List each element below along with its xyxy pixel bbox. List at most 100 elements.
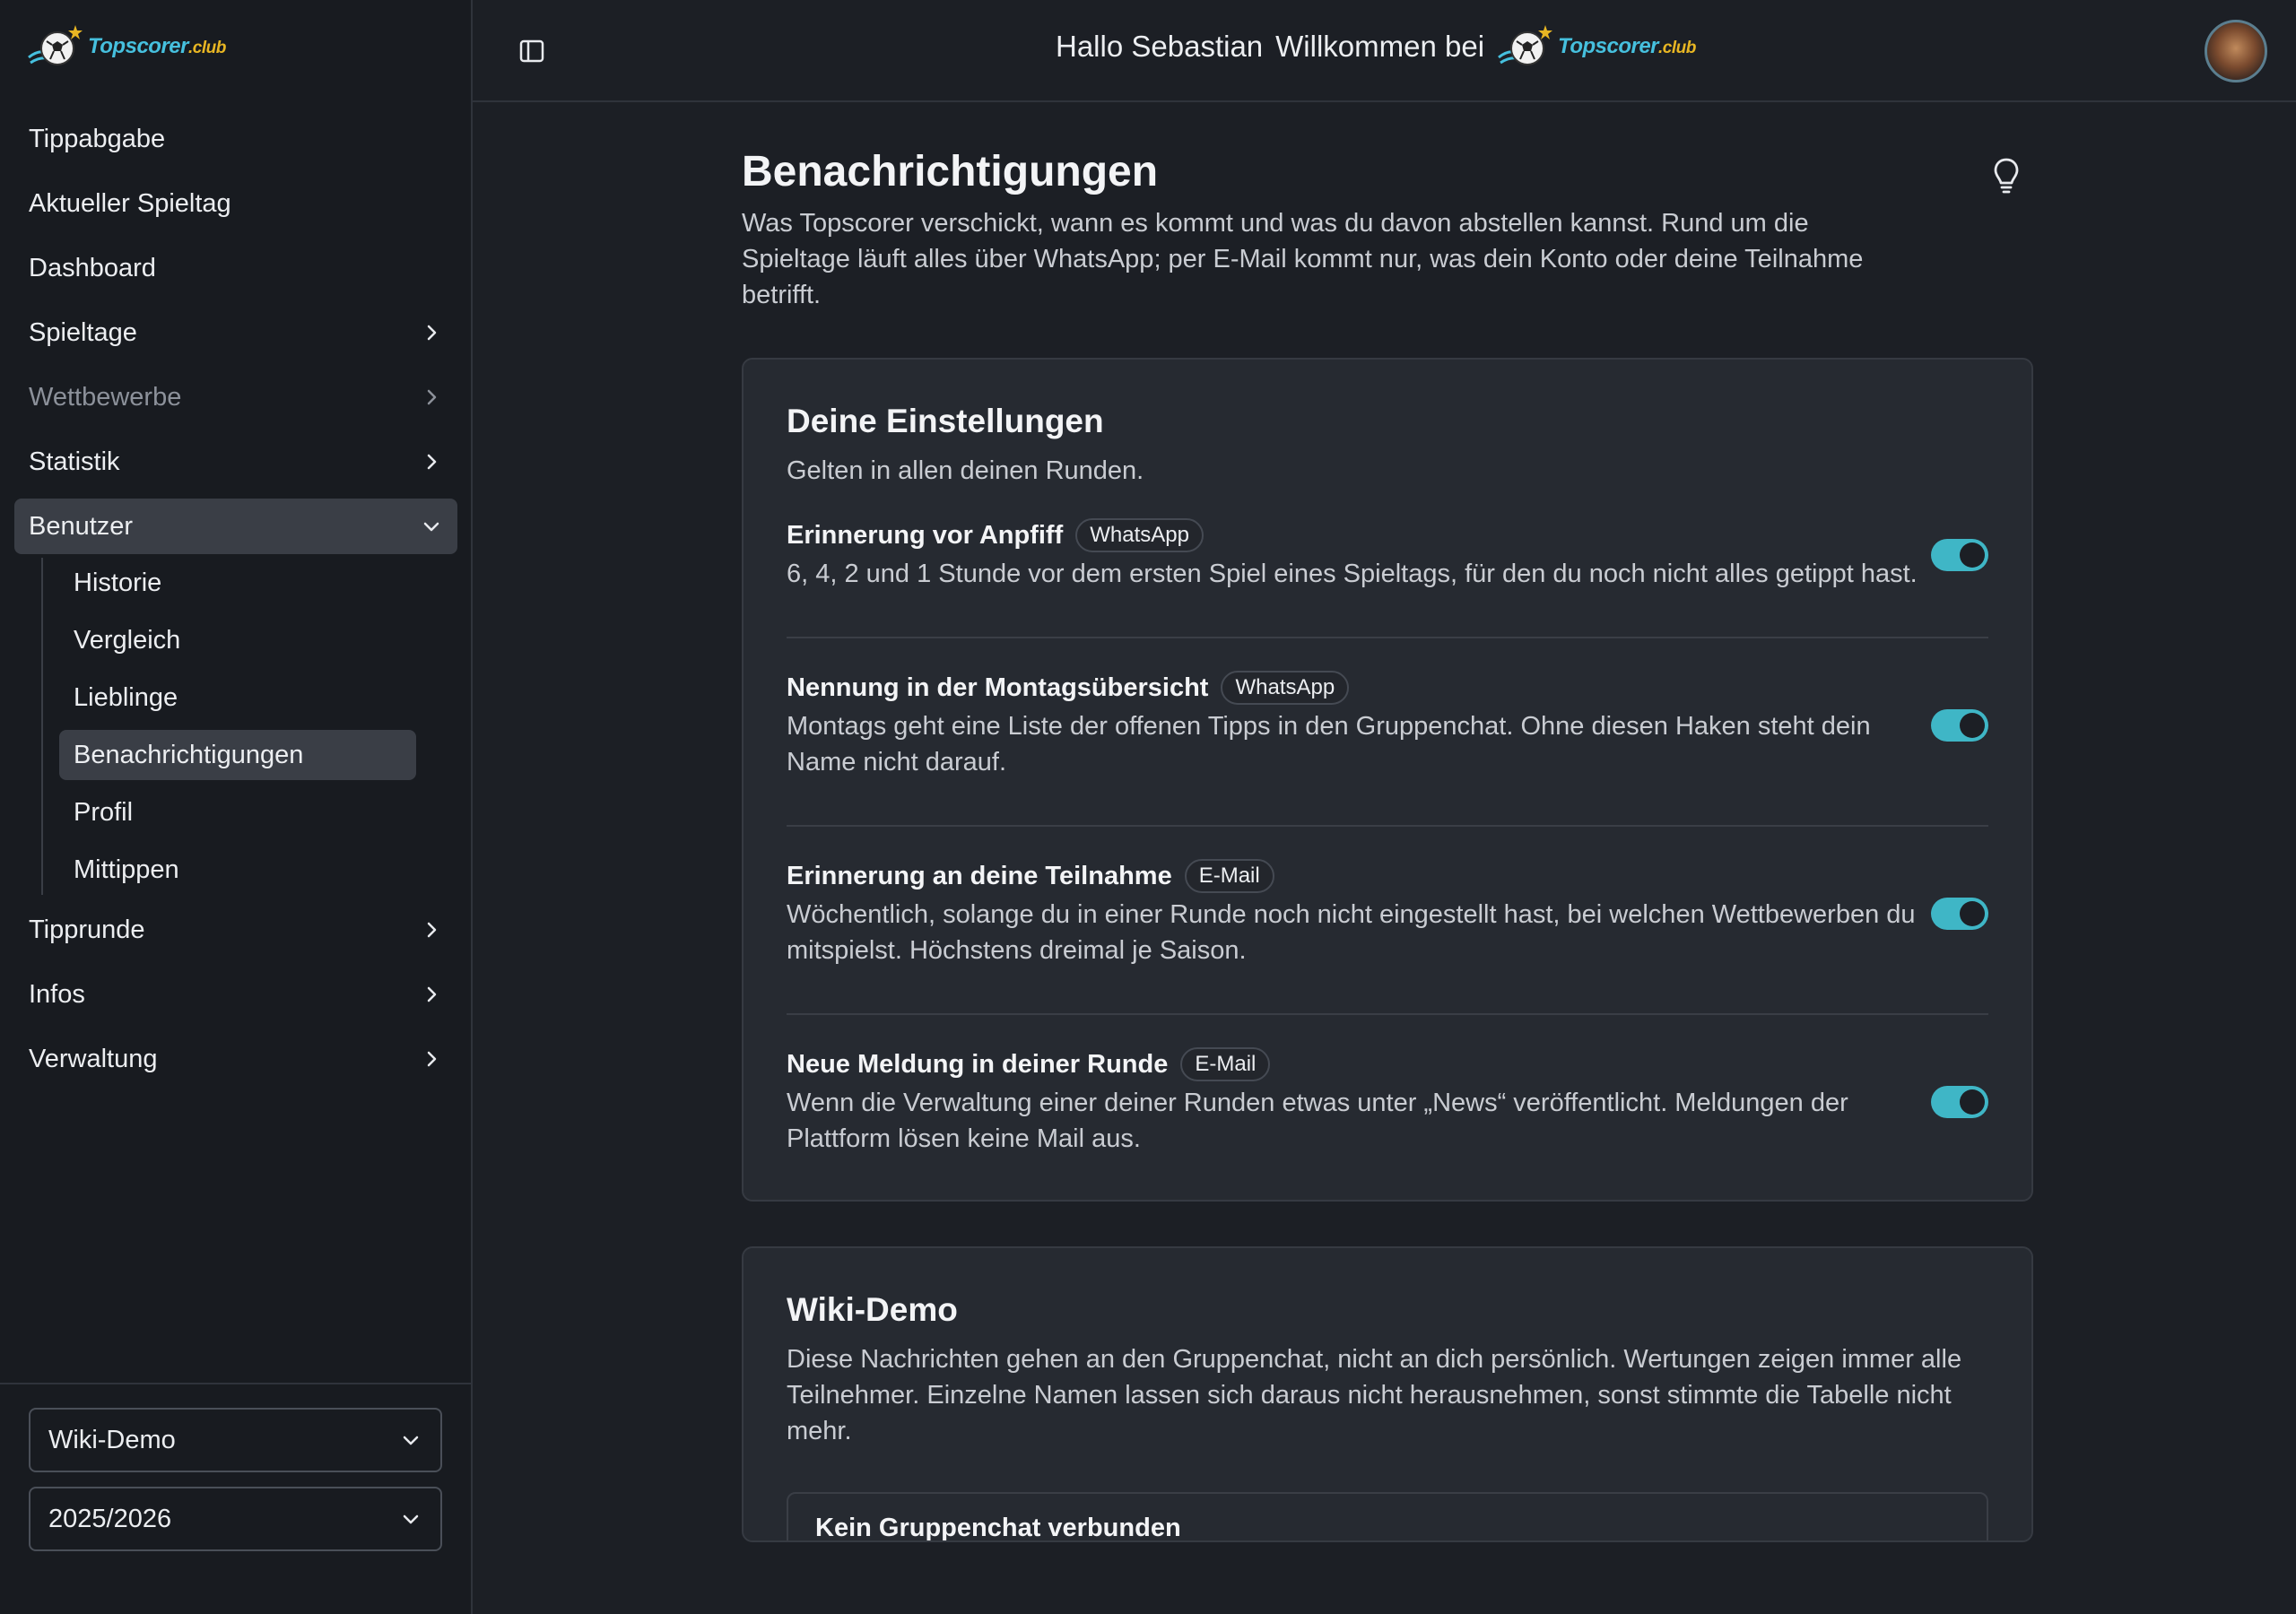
- sidebar-subitem-label: Vergleich: [74, 625, 181, 655]
- round-card-description: Diese Nachrichten gehen an den Gruppench…: [787, 1345, 1962, 1445]
- sidebar-item-statistik[interactable]: Statistik: [14, 434, 457, 490]
- setting-text: Erinnerung vor Anpfiff WhatsApp 6, 4, 2 …: [787, 518, 1926, 592]
- brand-wordmark: Topscorer.club: [1558, 34, 1696, 59]
- setting-description: 6, 4, 2 und 1 Stunde vor dem ersten Spie…: [787, 560, 1918, 588]
- setting-title: Nennung in der Montagsübersicht: [787, 672, 1209, 702]
- setting-head: Neue Meldung in deiner Runde E-Mail: [787, 1047, 1926, 1081]
- setting-head: Erinnerung an deine Teilnahme E-Mail: [787, 859, 1926, 893]
- sidebar-subitem-vergleich[interactable]: Vergleich: [59, 615, 416, 665]
- settings-card: Deine Einstellungen Gelten in allen dein…: [742, 358, 2033, 1202]
- sidebar-item-spieltage[interactable]: Spieltage: [14, 305, 457, 360]
- sidebar-item-label: Tippabgabe: [29, 124, 166, 153]
- page-description: Was Topscorer verschickt, wann es kommt …: [742, 209, 1864, 309]
- round-select[interactable]: Wiki-Demo: [29, 1408, 442, 1472]
- sidebar-item-label: Wettbewerbe: [29, 382, 182, 412]
- setting-row: Neue Meldung in deiner Runde E-Mail Wenn…: [787, 1015, 1988, 1184]
- brand-name: Topscorer: [88, 34, 188, 58]
- sidebar-subitem-label: Benachrichtigungen: [74, 740, 304, 769]
- sidebar-subitem-label: Profil: [74, 797, 134, 827]
- greeting-text: Hallo Sebastian: [1056, 30, 1264, 63]
- welcome-text: Willkommen bei: [1275, 30, 1485, 63]
- setting-title: Neue Meldung in deiner Runde: [787, 1049, 1169, 1079]
- chevron-down-icon: [399, 1428, 422, 1452]
- app-root: Topscorer.club Tippabgabe Aktueller Spie…: [0, 0, 2296, 1614]
- sidebar-footer: Wiki-Demo 2025/2026: [0, 1383, 471, 1566]
- lightbulb-icon[interactable]: [1988, 154, 2024, 197]
- sidebar-subitem-label: Mittippen: [74, 855, 179, 884]
- chevron-right-icon: [420, 1047, 443, 1071]
- chevron-right-icon: [420, 918, 443, 941]
- sidebar-item-label: Spieltage: [29, 317, 137, 347]
- settings-card-title: Deine Einstellungen: [787, 403, 1104, 439]
- sidebar: Topscorer.club Tippabgabe Aktueller Spie…: [0, 0, 473, 1614]
- sidebar-item-verwaltung[interactable]: Verwaltung: [14, 1031, 457, 1087]
- sidebar-item-label: Dashboard: [29, 253, 156, 282]
- sidebar-item-label: Tipprunde: [29, 915, 145, 944]
- season-select-value: 2025/2026: [48, 1504, 172, 1533]
- top-bar: Hallo Sebastian Willkommen bei Topscorer…: [473, 0, 2296, 102]
- sidebar-item-label: Statistik: [29, 447, 120, 476]
- setting-row: Erinnerung an deine Teilnahme E-Mail Wöc…: [787, 827, 1988, 1015]
- soccer-ball-icon: [1498, 25, 1553, 65]
- setting-head: Nennung in der Montagsübersicht WhatsApp: [787, 671, 1926, 705]
- sidebar-item-wettbewerbe[interactable]: Wettbewerbe: [14, 369, 457, 425]
- news-notification-toggle[interactable]: [1931, 1086, 1988, 1118]
- sidebar-item-label: Verwaltung: [29, 1044, 158, 1073]
- settings-card-subtitle: Gelten in allen deinen Runden.: [787, 456, 1144, 485]
- setting-row: Nennung in der Montagsübersicht WhatsApp…: [787, 638, 1988, 827]
- chevron-right-icon: [420, 450, 443, 473]
- setting-text: Erinnerung an deine Teilnahme E-Mail Wöc…: [787, 859, 1926, 968]
- setting-title: Erinnerung an deine Teilnahme: [787, 861, 1172, 890]
- participation-reminder-toggle[interactable]: [1931, 898, 1988, 930]
- greeting: Hallo Sebastian Willkommen bei Topscorer…: [1056, 22, 1696, 72]
- toggle-knob: [1960, 1089, 1985, 1115]
- sidebar-item-tipprunde[interactable]: Tipprunde: [14, 902, 457, 958]
- round-card-title: Wiki-Demo: [787, 1291, 958, 1328]
- main-area: Hallo Sebastian Willkommen bei Topscorer…: [473, 0, 2296, 1614]
- sidebar-subitem-mittippen[interactable]: Mittippen: [59, 845, 416, 895]
- sidebar-toggle-button[interactable]: [514, 33, 550, 69]
- sidebar-item-benutzer[interactable]: Benutzer: [14, 499, 457, 554]
- group-chat-status-box: Kein Gruppenchat verbunden: [787, 1492, 1988, 1542]
- sidebar-item-label: Benutzer: [29, 511, 134, 541]
- soccer-ball-icon: [28, 25, 83, 65]
- sidebar-subitem-label: Historie: [74, 568, 162, 597]
- user-avatar[interactable]: [2205, 20, 2267, 82]
- sidebar-item-aktueller-spieltag[interactable]: Aktueller Spieltag: [14, 176, 457, 231]
- setting-text: Nennung in der Montagsübersicht WhatsApp…: [787, 671, 1926, 780]
- sidebar-subitem-lieblinge[interactable]: Lieblinge: [59, 672, 416, 723]
- toggle-knob: [1960, 901, 1985, 926]
- sidebar-nav: Tippabgabe Aktueller Spieltag Dashboard …: [14, 111, 457, 1096]
- sidebar-item-infos[interactable]: Infos: [14, 967, 457, 1022]
- setting-head: Erinnerung vor Anpfiff WhatsApp: [787, 518, 1926, 552]
- setting-text: Neue Meldung in deiner Runde E-Mail Wenn…: [787, 1047, 1926, 1157]
- round-card: Wiki-Demo Diese Nachrichten gehen an den…: [742, 1246, 2033, 1542]
- sidebar-logo[interactable]: Topscorer.club: [27, 22, 226, 72]
- round-select-value: Wiki-Demo: [48, 1425, 176, 1454]
- sidebar-subitem-historie[interactable]: Historie: [59, 558, 416, 608]
- anpfiff-reminder-toggle[interactable]: [1931, 539, 1988, 571]
- setting-description: Wenn die Verwaltung einer deiner Runden …: [787, 1089, 1848, 1153]
- sidebar-item-label: Infos: [29, 979, 85, 1009]
- sidebar-subitem-benachrichtigungen[interactable]: Benachrichtigungen: [59, 730, 416, 780]
- chevron-down-icon: [399, 1507, 422, 1531]
- chevron-right-icon: [420, 386, 443, 409]
- channel-badge: WhatsApp: [1075, 518, 1204, 552]
- season-select[interactable]: 2025/2026: [29, 1487, 442, 1551]
- setting-description: Wöchentlich, solange du in einer Runde n…: [787, 900, 1916, 965]
- sidebar-subitem-label: Lieblinge: [74, 682, 178, 712]
- group-chat-status: Kein Gruppenchat verbunden: [815, 1514, 1181, 1542]
- toggle-knob: [1960, 713, 1985, 738]
- brand-suffix: .club: [187, 39, 226, 57]
- benutzer-subnav: Historie Vergleich Lieblinge Benachricht…: [41, 558, 457, 895]
- sidebar-item-tippabgabe[interactable]: Tippabgabe: [14, 111, 457, 167]
- brand-name: Topscorer: [1558, 34, 1659, 58]
- monday-overview-toggle[interactable]: [1931, 709, 1988, 742]
- sidebar-item-dashboard[interactable]: Dashboard: [14, 240, 457, 296]
- sidebar-subitem-profil[interactable]: Profil: [59, 787, 416, 837]
- toggle-knob: [1960, 542, 1985, 568]
- setting-row: Erinnerung vor Anpfiff WhatsApp 6, 4, 2 …: [787, 486, 1988, 638]
- channel-badge: E-Mail: [1180, 1047, 1271, 1081]
- sidebar-panel-icon: [519, 39, 544, 63]
- sidebar-item-label: Aktueller Spieltag: [29, 188, 231, 218]
